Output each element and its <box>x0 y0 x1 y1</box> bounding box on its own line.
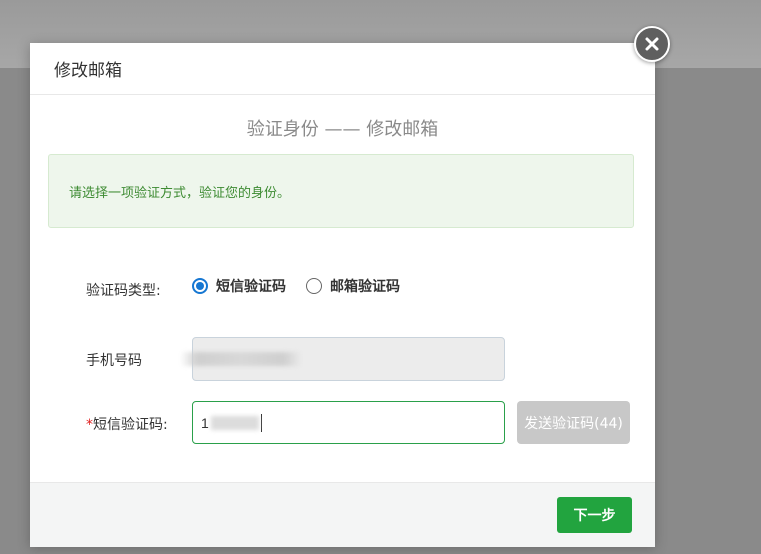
radio-sms[interactable] <box>192 278 208 294</box>
dialog-footer: 下一步 <box>30 482 655 547</box>
sms-code-label-text: 短信验证码: <box>93 417 168 433</box>
step-title: 验证身份 —— 修改邮箱 <box>246 119 439 140</box>
alert-text: 请选择一项验证方式，验证您的身份。 <box>69 185 291 201</box>
close-button[interactable] <box>634 26 670 62</box>
redacted-code-blur <box>210 415 259 430</box>
sms-code-label: *短信验证码: <box>86 414 168 434</box>
redacted-phone-blur <box>180 352 302 366</box>
close-icon <box>645 37 659 51</box>
code-type-radio-group: 短信验证码 邮箱验证码 <box>192 276 420 296</box>
sms-code-input[interactable]: 1 <box>192 401 505 444</box>
code-type-label: 验证码类型: <box>86 283 161 299</box>
radio-email-label[interactable]: 邮箱验证码 <box>330 276 400 296</box>
radio-email[interactable] <box>306 278 322 294</box>
required-mark: * <box>86 417 93 433</box>
change-email-dialog: 修改邮箱 验证身份 —— 修改邮箱 请选择一项验证方式，验证您的身份。 验证码类… <box>30 43 655 547</box>
dialog-header: 修改邮箱 <box>30 43 655 95</box>
sms-code-value: 1 <box>201 414 209 431</box>
radio-sms-label[interactable]: 短信验证码 <box>216 276 286 296</box>
info-alert: 请选择一项验证方式，验证您的身份。 <box>48 154 634 228</box>
phone-label: 手机号码 <box>86 353 142 369</box>
send-code-button[interactable]: 发送验证码(44) <box>517 401 630 444</box>
dialog-title: 修改邮箱 <box>54 61 122 81</box>
next-step-button[interactable]: 下一步 <box>557 497 632 533</box>
text-caret <box>260 413 262 432</box>
